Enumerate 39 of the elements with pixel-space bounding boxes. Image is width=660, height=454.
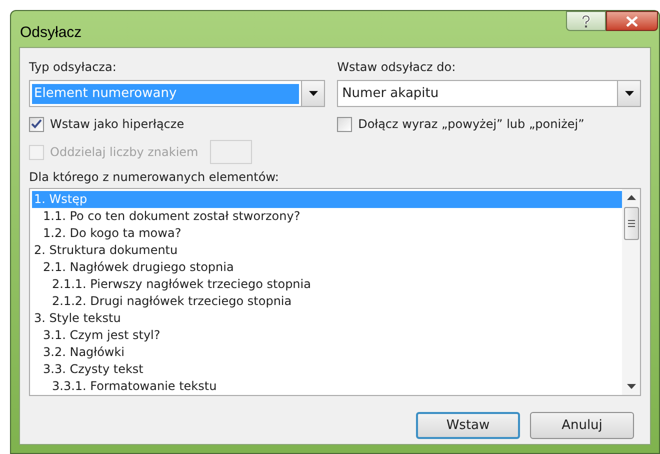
checkbox[interactable] xyxy=(337,116,352,132)
list-item[interactable]: 1.1. Po co ten dokument został stworzony? xyxy=(32,208,622,225)
scroll-up-icon xyxy=(626,195,636,200)
scrollbar-thumb[interactable] xyxy=(624,207,638,240)
separator-input-field xyxy=(210,140,252,164)
checkbox-label: Dołącz wyraz „powyżej” lub „poniżej” xyxy=(358,116,584,133)
list-item[interactable]: 2.1.1. Pierwszy nagłówek trzeciego stopnia xyxy=(32,276,622,293)
list-item[interactable]: 3.3. Czysty tekst xyxy=(32,361,622,378)
list-item[interactable]: 1.2. Do kogo ta mowa? xyxy=(32,225,622,242)
scrollbar[interactable] xyxy=(622,189,640,395)
list-item[interactable]: 3.2. Nagłówki xyxy=(32,344,622,361)
field-label: Wstaw odsyłacz do: xyxy=(337,59,457,75)
close-button[interactable] xyxy=(606,11,658,31)
dropdown-arrow-button[interactable] xyxy=(301,81,324,106)
list-item[interactable]: 2. Struktura dokumentu xyxy=(32,242,622,259)
caret-icon xyxy=(624,91,634,96)
dropdown-arrow-button[interactable] xyxy=(617,81,640,106)
list-item[interactable]: 3. Style tekstu xyxy=(32,310,622,327)
list-item[interactable]: 2.1.2. Drugi nagłówek trzeciego stopnia xyxy=(32,293,622,310)
list-item[interactable]: 3.1. Czym jest styl? xyxy=(32,327,622,344)
list-label: Dla którego z numerowanych elementów: xyxy=(29,169,280,185)
insert-reference-dropdown[interactable]: Numer akapitu xyxy=(337,80,641,107)
caret-icon xyxy=(308,91,318,96)
close-icon xyxy=(626,16,638,26)
help-icon xyxy=(581,14,591,28)
dropdown-value: Element numerowany xyxy=(34,84,177,103)
dropdown-value: Numer akapitu xyxy=(341,84,440,103)
field-label: Typ odsyłacza: xyxy=(29,59,118,75)
checkbox[interactable] xyxy=(29,116,44,132)
help-button[interactable] xyxy=(566,11,606,31)
numbered-items-list[interactable] xyxy=(29,188,641,396)
list-item[interactable]: 3.3.1. Formatowanie tekstu xyxy=(32,378,622,395)
checkbox-label: Oddzielaj liczby znakiem xyxy=(50,144,198,161)
scroll-down-icon xyxy=(626,384,636,389)
window-title: Odsyłacz xyxy=(20,23,82,43)
dialog-button[interactable]: Anuluj xyxy=(530,412,634,439)
list-item[interactable]: 2.1. Nagłówek drugiego stopnia xyxy=(32,259,622,276)
checkbox-label: Wstaw jako hiperłącze xyxy=(50,116,184,133)
dialog-button[interactable]: Wstaw xyxy=(416,412,520,439)
